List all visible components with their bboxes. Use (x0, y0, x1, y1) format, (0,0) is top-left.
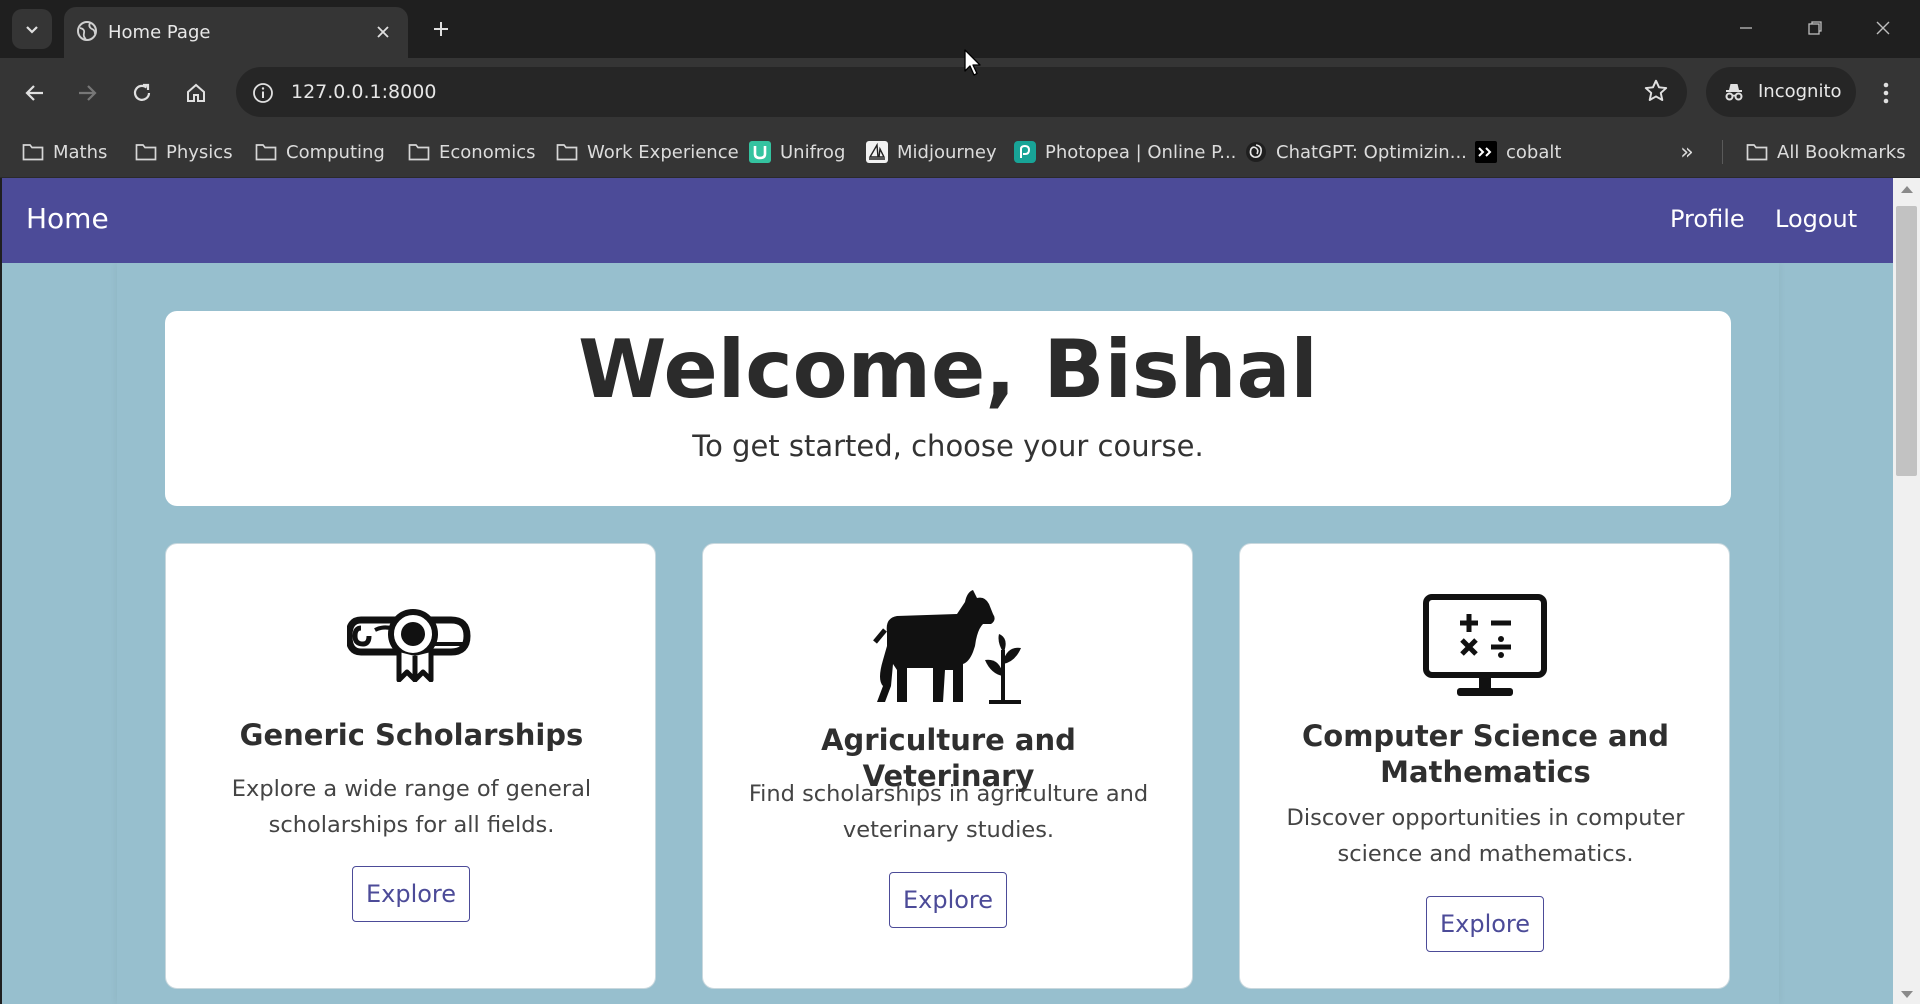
welcome-heading: Welcome, Bishal (578, 323, 1318, 416)
folder-icon (556, 141, 578, 163)
bookmark-work-experience[interactable]: Work Experience (556, 136, 739, 168)
arrow-left-icon (25, 85, 43, 101)
site-navbar: Home Profile Logout (2, 178, 1893, 263)
close-window-button[interactable] (1861, 8, 1905, 48)
bookmark-maths[interactable]: Maths (22, 136, 107, 168)
course-card-generic-scholarships: Generic Scholarships Explore a wide rang… (165, 543, 656, 989)
explore-button[interactable]: Explore (1426, 896, 1544, 952)
forward-button[interactable] (68, 74, 106, 112)
tab-home-page[interactable]: Home Page (64, 7, 408, 58)
folder-icon (1746, 141, 1768, 163)
unifrog-icon (749, 141, 771, 163)
plus-icon (434, 22, 448, 36)
page-viewport: Home Profile Logout Welcome, Bishal To g… (2, 178, 1893, 1004)
more-bookmarks-button[interactable]: » (1672, 138, 1702, 166)
bookmark-label: Photopea | Online P... (1045, 141, 1237, 163)
bookmark-chatgpt[interactable]: ChatGPT: Optimizin... (1245, 136, 1467, 168)
bookmark-label: ChatGPT: Optimizin... (1276, 141, 1467, 163)
folder-icon (135, 141, 157, 163)
incognito-label: Incognito (1758, 81, 1842, 102)
url-text[interactable]: 127.0.0.1:8000 (291, 81, 436, 103)
bookmark-photopea[interactable]: Photopea | Online P... (1014, 136, 1236, 168)
new-tab-button[interactable] (424, 12, 458, 46)
explore-button[interactable]: Explore (352, 866, 470, 922)
all-bookmarks-label: All Bookmarks (1777, 141, 1906, 163)
folder-icon (408, 141, 430, 163)
home-icon (187, 83, 205, 102)
scroll-down-arrow-icon[interactable] (1901, 991, 1913, 998)
bookmark-unifrog[interactable]: Unifrog (749, 136, 845, 168)
star-icon[interactable] (1643, 78, 1669, 108)
bookmark-economics[interactable]: Economics (408, 136, 536, 168)
minimize-button[interactable] (1724, 8, 1768, 48)
bookmark-physics[interactable]: Physics (135, 136, 233, 168)
photopea-icon (1014, 141, 1036, 163)
close-icon (1876, 21, 1890, 35)
welcome-panel: Welcome, Bishal To get started, choose y… (165, 311, 1731, 506)
course-card-agriculture-veterinary: Agriculture and Veterinary Find scholars… (702, 543, 1193, 989)
welcome-subheading: To get started, choose your course. (692, 429, 1204, 463)
tab-title: Home Page (108, 22, 211, 43)
reload-icon (133, 83, 151, 101)
address-bar[interactable]: 127.0.0.1:8000 (236, 67, 1687, 117)
arrow-right-icon (79, 85, 97, 101)
reload-button[interactable] (123, 74, 161, 112)
scrollbar-thumb[interactable] (1896, 206, 1917, 476)
card-description: Discover opportunities in computer scien… (1286, 805, 1685, 867)
bookmark-midjourney[interactable]: Midjourney (866, 136, 997, 168)
cobalt-icon (1475, 141, 1497, 163)
card-description: Explore a wide range of general scholars… (231, 776, 592, 838)
bookmark-label: Economics (439, 141, 536, 163)
chatgpt-icon (1245, 141, 1267, 163)
minimize-icon (1740, 27, 1752, 29)
bookmark-label: Computing (286, 141, 385, 163)
bookmarks-bar: Maths Physics Computing Economics Work E… (0, 126, 1920, 178)
kebab-icon (1883, 82, 1889, 104)
bookmark-label: cobalt (1506, 141, 1562, 163)
bookmark-cobalt[interactable]: cobalt (1475, 136, 1561, 168)
site-info-button[interactable] (248, 78, 278, 108)
scroll-up-arrow-icon[interactable] (1901, 186, 1913, 193)
goat-plant-icon (703, 590, 1192, 706)
info-icon (253, 83, 273, 103)
bookmark-label: Maths (53, 141, 108, 163)
bookmark-label: Unifrog (780, 141, 846, 163)
card-description: Find scholarships in agriculture and vet… (748, 781, 1149, 843)
browser-toolbar: 127.0.0.1:8000 Incognito (0, 58, 1920, 126)
chevron-down-icon (26, 26, 38, 34)
folder-icon (22, 141, 44, 163)
close-icon[interactable] (370, 19, 396, 45)
bookmarks-divider (1722, 140, 1723, 164)
incognito-icon (1722, 80, 1746, 108)
scholarship-certificate-icon (166, 602, 655, 682)
browser-menu-button[interactable] (1870, 74, 1902, 112)
bookmark-label: Work Experience (587, 141, 739, 163)
nav-link-profile[interactable]: Profile (1670, 205, 1745, 233)
bookmark-computing[interactable]: Computing (255, 136, 385, 168)
nav-link-logout[interactable]: Logout (1775, 205, 1857, 233)
home-button[interactable] (177, 74, 215, 112)
tab-search-button[interactable] (12, 9, 52, 49)
bookmark-label: Physics (166, 141, 233, 163)
restore-icon (1808, 21, 1822, 35)
folder-icon (255, 141, 277, 163)
globe-icon (76, 20, 98, 46)
bookmark-label: Midjourney (897, 141, 997, 163)
calculator-monitor-icon (1240, 594, 1729, 698)
navbar-brand-home[interactable]: Home (26, 202, 109, 235)
all-bookmarks-button[interactable]: All Bookmarks (1746, 136, 1906, 168)
restore-button[interactable] (1793, 8, 1837, 48)
explore-button[interactable]: Explore (889, 872, 1007, 928)
mouse-cursor-icon (964, 49, 981, 76)
incognito-indicator[interactable]: Incognito (1706, 67, 1856, 117)
course-card-computer-science-mathematics: Computer Science and Mathematics Discove… (1239, 543, 1730, 989)
back-button[interactable] (16, 74, 54, 112)
card-title: Computer Science and Mathematics (1301, 719, 1670, 789)
card-title: Generic Scholarships (239, 718, 584, 752)
page-scrollbar[interactable] (1893, 178, 1920, 1004)
midjourney-icon (866, 141, 888, 163)
tab-strip: Home Page (0, 0, 1920, 58)
